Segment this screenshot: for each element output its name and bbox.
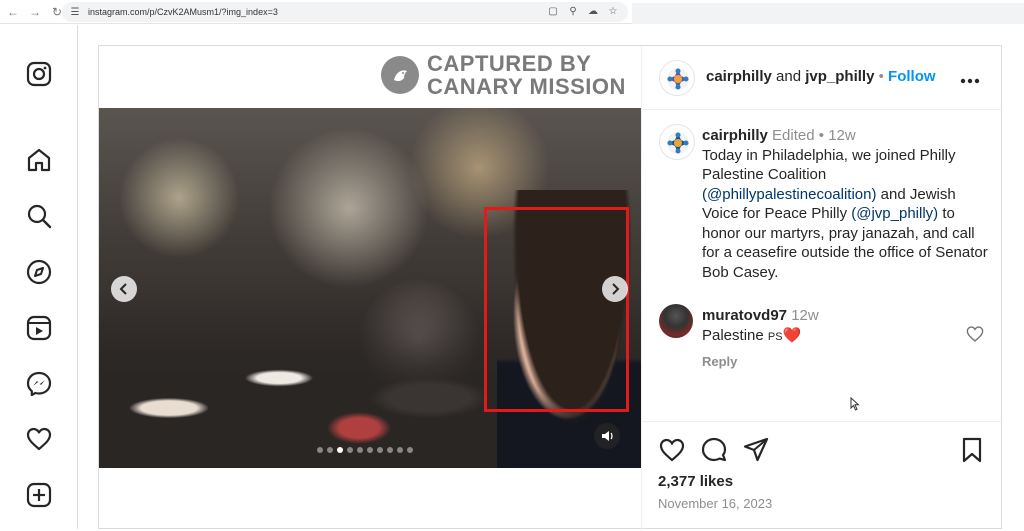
- caption-edited-label: Edited: [772, 127, 815, 144]
- carousel-dot: [367, 447, 373, 453]
- forward-icon[interactable]: →: [26, 3, 44, 21]
- url-text[interactable]: instagram.com/p/CzvK2AMusm1/?img_index=3: [88, 7, 278, 17]
- commenter-avatar[interactable]: [659, 304, 693, 338]
- post-header: cairphilly and jvp_philly • Follow: [642, 46, 1003, 110]
- chevron-left-icon: [119, 283, 127, 295]
- author-cairphilly-link[interactable]: cairphilly: [706, 68, 772, 85]
- watermark-line2: CANARY MISSION: [427, 74, 626, 99]
- carousel-next-button[interactable]: [602, 276, 628, 302]
- comment: muratovd97 12w Palestine PS❤️: [702, 306, 819, 347]
- bookmark-star-icon[interactable]: ☆: [606, 4, 620, 18]
- post-caption: cairphilly Edited • 12w Today in Philade…: [702, 126, 992, 282]
- reply-button[interactable]: Reply: [702, 354, 737, 369]
- mouse-cursor-icon: [850, 396, 860, 416]
- carousel-prev-button[interactable]: [111, 276, 137, 302]
- more-options-icon[interactable]: [960, 68, 980, 89]
- post-media: CAPTURED BY CANARY MISSION: [99, 46, 641, 468]
- caption-text-part1: Today in Philadelphia, we joined Philly …: [702, 146, 956, 184]
- browser-tab-strip: [632, 3, 1024, 24]
- comment-username[interactable]: muratovd97: [702, 307, 787, 324]
- post-details-panel: cairphilly and jvp_philly • Follow cairp…: [641, 46, 1003, 531]
- carousel-indicator: [317, 447, 413, 453]
- home-icon[interactable]: [25, 146, 53, 174]
- share-send-icon[interactable]: [742, 436, 770, 464]
- likes-count[interactable]: 2,377 likes: [658, 473, 733, 490]
- carousel-dot: [387, 447, 393, 453]
- site-info-icon[interactable]: ☰: [68, 5, 82, 19]
- address-bar-actions: ▢ ⚲ ☁ ☆: [546, 4, 620, 18]
- comment-time[interactable]: 12w: [791, 307, 819, 324]
- like-heart-icon[interactable]: [658, 436, 686, 464]
- header-separator: •: [878, 68, 884, 85]
- messenger-icon[interactable]: [25, 370, 53, 398]
- save-bookmark-icon[interactable]: [958, 436, 986, 464]
- follow-button[interactable]: Follow: [888, 68, 936, 85]
- canary-bird-logo-icon: [381, 56, 419, 94]
- carousel-dot: [357, 447, 363, 453]
- create-post-icon[interactable]: [25, 481, 53, 509]
- chevron-right-icon: [612, 283, 620, 295]
- screen-cast-icon[interactable]: ▢: [546, 4, 560, 18]
- audio-toggle-button[interactable]: [594, 423, 620, 449]
- instagram-sidebar: [0, 25, 78, 529]
- instagram-logo-icon[interactable]: [25, 60, 53, 88]
- author-jvp-philly-link[interactable]: jvp_philly: [805, 68, 874, 85]
- comment-like-heart-icon[interactable]: [966, 325, 984, 348]
- caption-dot: •: [818, 127, 825, 144]
- canary-mission-watermark: CAPTURED BY CANARY MISSION: [381, 52, 626, 98]
- comment-icon[interactable]: [700, 436, 728, 464]
- watermark-line1: CAPTURED BY: [427, 51, 592, 76]
- speaker-icon: [602, 431, 613, 441]
- address-bar[interactable]: ☰ instagram.com/p/CzvK2AMusm1/?img_index…: [62, 2, 628, 22]
- caption-time[interactable]: 12w: [828, 127, 856, 144]
- zoom-icon[interactable]: ⚲: [566, 4, 580, 18]
- comment-text: Palestine: [702, 327, 764, 344]
- post-actions: 2,377 likes November 16, 2023: [642, 421, 1003, 531]
- carousel-dot: [407, 447, 413, 453]
- carousel-dot: [377, 447, 383, 453]
- carousel-dot: [397, 447, 403, 453]
- mention-phillypalestinecoalition[interactable]: (@phillypalestinecoalition): [702, 186, 876, 203]
- cloud-icon[interactable]: ☁: [586, 4, 600, 18]
- mention-jvp-philly[interactable]: (@jvp_philly): [851, 205, 938, 222]
- carousel-dot: [347, 447, 353, 453]
- palestine-flag-emoji: PS: [767, 331, 783, 343]
- caption-author-avatar[interactable]: [659, 124, 695, 160]
- face-highlight-box: [484, 207, 629, 412]
- cairphilly-avatar[interactable]: [659, 60, 695, 96]
- carousel-dot: [317, 447, 323, 453]
- explore-compass-icon[interactable]: [25, 258, 53, 286]
- authors-joiner: and: [776, 68, 802, 85]
- notifications-heart-icon[interactable]: [25, 425, 53, 453]
- search-icon[interactable]: [25, 202, 53, 230]
- post-date: November 16, 2023: [658, 496, 773, 511]
- carousel-dot: [337, 447, 343, 453]
- post-card: CAPTURED BY CANARY MISSION cairphilly an…: [98, 45, 1003, 531]
- watermark-text: CAPTURED BY CANARY MISSION: [427, 52, 626, 98]
- back-icon[interactable]: ←: [4, 3, 22, 21]
- caption-username[interactable]: cairphilly: [702, 127, 768, 144]
- carousel-dot: [327, 447, 333, 453]
- red-heart-emoji: ❤️: [782, 327, 802, 344]
- reels-icon[interactable]: [25, 314, 53, 342]
- protest-photo[interactable]: [99, 108, 641, 468]
- post-authors: cairphilly and jvp_philly • Follow: [706, 68, 936, 85]
- browser-toolbar: ← → ↻ ☰ instagram.com/p/CzvK2AMusm1/?img…: [0, 0, 1024, 24]
